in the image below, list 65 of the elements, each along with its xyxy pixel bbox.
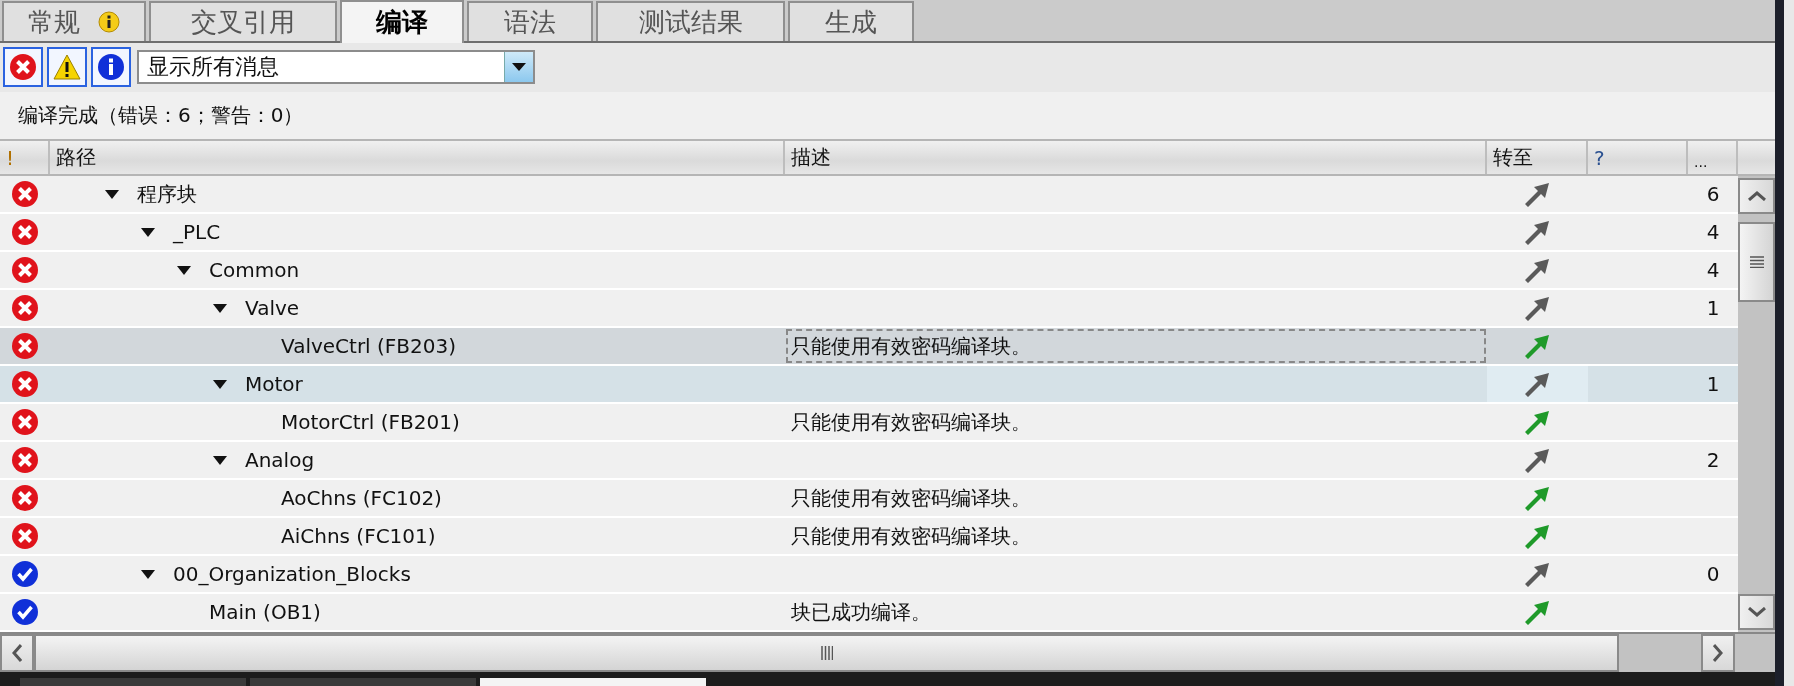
expand-caret-icon[interactable] bbox=[213, 455, 227, 465]
tab[interactable]: 交叉引用 bbox=[149, 1, 337, 41]
tab[interactable]: 语法 bbox=[467, 1, 593, 41]
tab[interactable]: 生成 bbox=[788, 1, 914, 41]
path-text: _PLC bbox=[173, 220, 221, 245]
error-count: 6 bbox=[1706, 182, 1720, 207]
message-filter-dropdown[interactable]: 显示所有消息 bbox=[137, 50, 535, 85]
path-text: MotorCtrl (FB201) bbox=[281, 410, 460, 435]
dropdown-arrow-icon bbox=[512, 63, 526, 72]
chevron-right-icon bbox=[1713, 644, 1723, 663]
chevron-down-icon bbox=[1747, 607, 1766, 618]
vertical-scrollbar[interactable] bbox=[1738, 176, 1775, 633]
path-text: Common bbox=[209, 258, 300, 283]
scrollbar-thumb[interactable] bbox=[1738, 222, 1775, 303]
description-text: 只能使用有效密码编译块。 bbox=[791, 484, 1031, 512]
column-header[interactable]: 转至 bbox=[1487, 141, 1588, 175]
expand-caret-icon[interactable] bbox=[213, 303, 227, 313]
description-text: 只能使用有效密码编译块。 bbox=[791, 332, 1031, 360]
error-count: 2 bbox=[1706, 448, 1720, 473]
scroll-down-button[interactable] bbox=[1738, 594, 1775, 631]
tab[interactable]: 常规 bbox=[2, 1, 146, 41]
tab[interactable]: 测试结果 bbox=[596, 1, 785, 41]
path-text: Main (OB1) bbox=[209, 600, 321, 625]
message-row[interactable]: ValveCtrl (FB203) 只能使用有效密码编译块。 bbox=[0, 328, 1738, 367]
message-row[interactable]: Motor 1 bbox=[0, 366, 1738, 405]
expand-caret-icon[interactable] bbox=[141, 569, 155, 579]
path-text: AiChns (FC101) bbox=[281, 524, 436, 549]
description-text: 只能使用有效密码编译块。 bbox=[791, 408, 1031, 436]
grip-icon bbox=[820, 646, 833, 661]
path-text: 程序块 bbox=[137, 180, 197, 208]
expand-caret-icon[interactable] bbox=[177, 265, 191, 275]
horizontal-scrollbar[interactable] bbox=[0, 632, 1775, 673]
info-icon bbox=[98, 11, 120, 33]
expand-caret-icon[interactable] bbox=[213, 379, 227, 389]
path-text: AoChns (FC102) bbox=[281, 486, 442, 511]
path-text: Analog bbox=[245, 448, 315, 473]
scroll-right-button[interactable] bbox=[1701, 634, 1735, 673]
error-count: 1 bbox=[1706, 372, 1720, 397]
warning-filter-button[interactable] bbox=[47, 47, 87, 88]
path-text: Motor bbox=[245, 372, 303, 397]
error-filter-button[interactable] bbox=[3, 47, 43, 88]
path-text: ValveCtrl (FB203) bbox=[281, 334, 457, 359]
column-header[interactable]: 路径 bbox=[50, 141, 785, 175]
info-filter-button[interactable] bbox=[91, 47, 131, 88]
expand-caret-icon[interactable] bbox=[105, 189, 119, 199]
description-text: 块已成功编译。 bbox=[791, 598, 931, 626]
scroll-up-button[interactable] bbox=[1738, 178, 1775, 215]
column-header[interactable]: ? bbox=[1588, 141, 1688, 175]
path-text: Valve bbox=[245, 296, 300, 321]
column-header[interactable]: ... bbox=[1688, 141, 1738, 175]
scroll-left-button[interactable] bbox=[0, 634, 34, 673]
error-count: 4 bbox=[1706, 258, 1720, 283]
error-count: 4 bbox=[1706, 220, 1720, 245]
path-text: 00_Organization_Blocks bbox=[173, 562, 411, 587]
error-count: 0 bbox=[1706, 562, 1720, 587]
scrollbar-thumb[interactable] bbox=[34, 634, 1619, 673]
expand-caret-icon[interactable] bbox=[141, 227, 155, 237]
chevron-left-icon bbox=[12, 644, 22, 663]
description-text: 只能使用有效密码编译块。 bbox=[791, 522, 1031, 550]
compile-status-text: 编译完成（错误：6；警告：0） bbox=[18, 102, 304, 130]
chevron-up-icon bbox=[1747, 191, 1766, 202]
error-count: 1 bbox=[1706, 296, 1720, 321]
tab[interactable]: 编译 bbox=[340, 0, 464, 43]
grip-icon bbox=[1749, 256, 1764, 269]
column-header[interactable]: 描述 bbox=[785, 141, 1487, 175]
